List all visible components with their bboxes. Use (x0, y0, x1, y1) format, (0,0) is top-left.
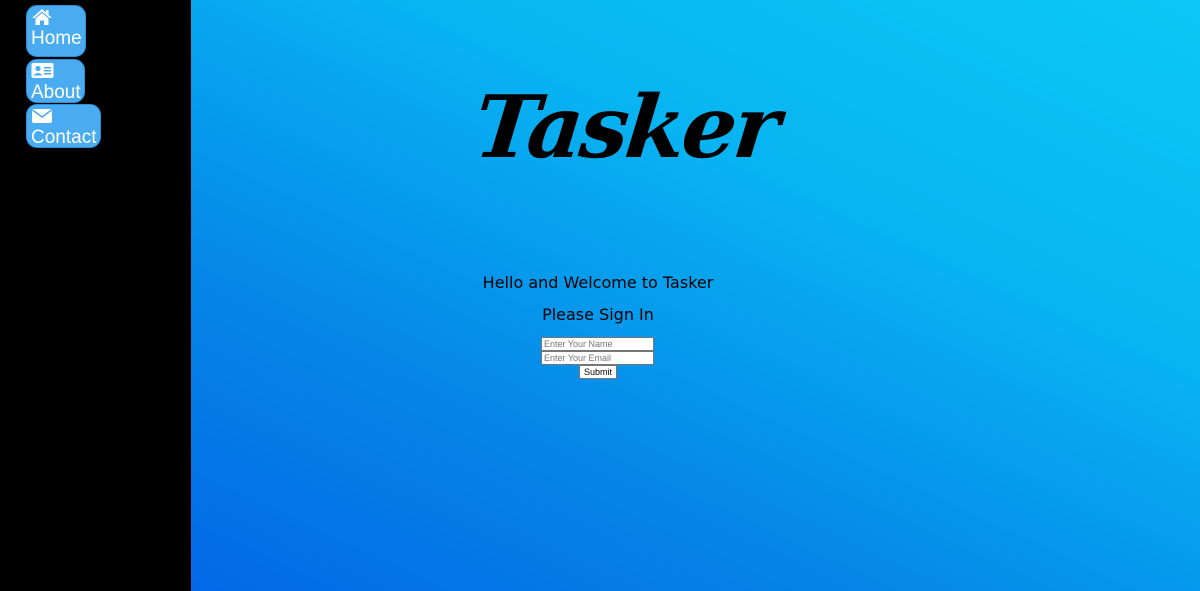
sign-in-prompt: Please Sign In (542, 305, 654, 324)
nav-home-button[interactable]: Home (26, 5, 86, 57)
envelope-icon (31, 107, 55, 128)
welcome-heading: Hello and Welcome to Tasker (482, 273, 714, 292)
tasker-logo: Tasker (469, 77, 782, 178)
sidebar: Home About Contact (0, 0, 191, 591)
nav-contact-button[interactable]: Contact (26, 104, 101, 148)
nav-home-label: Home (31, 28, 82, 49)
submit-button[interactable]: Submit (579, 365, 617, 379)
nav-contact-label: Contact (31, 127, 97, 148)
email-input[interactable] (541, 351, 654, 365)
name-input[interactable] (541, 337, 654, 351)
home-icon (31, 8, 55, 29)
nav-about-button[interactable]: About (26, 59, 85, 103)
nav-about-label: About (31, 82, 81, 103)
main-content: Tasker Hello and Welcome to Tasker Pleas… (191, 0, 1200, 591)
id-card-icon (31, 62, 55, 83)
